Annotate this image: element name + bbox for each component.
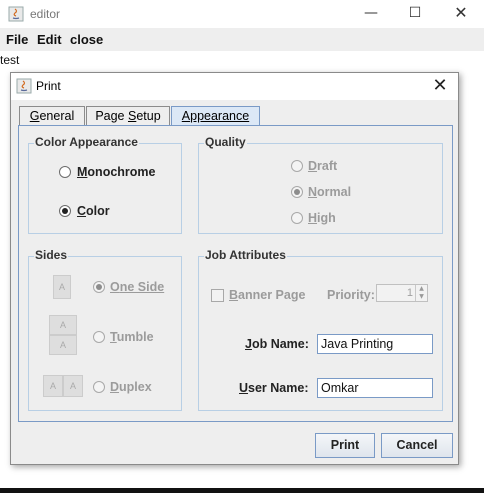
high-label-rest: igh (317, 211, 336, 225)
color-appearance-title: Color Appearance (34, 135, 139, 149)
java-app-icon (8, 6, 24, 22)
tumble-label[interactable]: Tumble (110, 330, 154, 344)
job-name-label-rest: ob Name: (251, 337, 309, 351)
tab-page-setup-label-b: etup (136, 109, 161, 123)
print-button[interactable]: Print (315, 433, 375, 458)
menu-edit[interactable]: Edit (37, 32, 62, 47)
menu-close[interactable]: close (70, 32, 103, 47)
cancel-button[interactable]: Cancel (381, 433, 453, 458)
color-label[interactable]: Color (77, 204, 110, 218)
one-side-label-rest: ne Side (119, 280, 165, 294)
quality-title: Quality (204, 135, 247, 149)
job-attributes-title: Job Attributes (204, 248, 287, 262)
tumble-label-rest: umble (116, 330, 154, 344)
monochrome-label[interactable]: Monochrome (77, 165, 155, 179)
tab-appearance[interactable]: Appearance (171, 106, 260, 126)
duplex-label-rest: uplex (119, 380, 152, 394)
editor-titlebar: editor — ☐ ✕ (0, 0, 484, 28)
dialog-title: Print (36, 79, 61, 93)
high-radio[interactable] (291, 212, 303, 224)
normal-radio-dot (294, 189, 300, 195)
high-mnemonic: H (308, 211, 318, 225)
banner-page-label[interactable]: Banner Page (229, 288, 305, 302)
job-name-label: Job Name: (245, 337, 309, 351)
draft-label[interactable]: Draft (308, 159, 337, 173)
draft-label-rest: raft (317, 159, 338, 173)
menu-file[interactable]: File (6, 32, 28, 47)
tab-page-setup[interactable]: Page Setup (86, 106, 170, 126)
tab-general-label: eneral (39, 109, 75, 123)
appearance-panel: Color Appearance Monochrome Color Qualit… (18, 125, 453, 422)
tab-appearance-mnemonic: A (181, 109, 191, 123)
user-name-mnemonic: U (239, 381, 249, 395)
color-label-rest: olor (86, 204, 110, 218)
monochrome-mnemonic: M (77, 165, 88, 179)
high-label[interactable]: High (308, 211, 336, 225)
duplex-label[interactable]: Duplex (110, 380, 152, 394)
priority-down-icon[interactable]: ▼ (415, 293, 427, 301)
duplex-page-right-icon: A (63, 375, 83, 397)
tab-general[interactable]: General (19, 106, 85, 126)
priority-label: Priority: (327, 288, 375, 302)
dialog-close-button[interactable]: ✕ (428, 76, 452, 98)
one-side-label[interactable]: One Side (110, 280, 164, 294)
taskbar-edge (0, 488, 484, 493)
tab-appearance-label: ppearance (190, 109, 250, 123)
quality-group: Quality Draft Normal High (198, 135, 443, 234)
duplex-page-left-icon: A (43, 375, 63, 397)
close-window-button[interactable]: ✕ (446, 2, 476, 26)
minimize-button[interactable]: — (356, 2, 386, 26)
sides-title: Sides (34, 248, 69, 262)
normal-radio[interactable] (291, 186, 303, 198)
duplex-radio[interactable] (93, 381, 105, 393)
sides-group: Sides A One Side A A Tumble A A Duplex (28, 248, 182, 411)
job-name-input[interactable]: Java Printing (317, 334, 433, 354)
monochrome-radio[interactable] (59, 166, 71, 178)
job-name-mnemonic: J (245, 337, 252, 351)
maximize-button[interactable]: ☐ (400, 2, 430, 26)
normal-mnemonic: N (308, 185, 318, 199)
tumble-radio[interactable] (93, 331, 105, 343)
one-side-page-icon: A (53, 275, 71, 299)
banner-page-checkbox[interactable] (211, 289, 224, 302)
normal-label[interactable]: Normal (308, 185, 351, 199)
color-radio[interactable] (59, 205, 71, 217)
monochrome-label-rest: onochrome (87, 165, 156, 179)
editor-content: test (0, 53, 20, 67)
normal-label-rest: ormal (317, 185, 352, 199)
job-attributes-group: Job Attributes Banner Page Priority: Job… (198, 248, 443, 411)
one-side-radio-dot (96, 284, 102, 290)
java-dialog-icon (16, 78, 32, 94)
priority-spinner[interactable]: 1 ▲ ▼ (376, 284, 428, 302)
banner-page-label-rest: anner Page (238, 288, 306, 302)
duplex-mnemonic: D (110, 380, 120, 394)
user-name-input[interactable]: Omkar (317, 378, 433, 398)
priority-up-icon[interactable]: ▲ (415, 285, 427, 293)
color-radio-dot (62, 208, 68, 214)
color-mnemonic: C (77, 204, 87, 218)
user-name-label: User Name: (239, 381, 308, 395)
banner-page-mnemonic: B (229, 288, 239, 302)
draft-radio[interactable] (291, 160, 303, 172)
one-side-mnemonic: O (110, 280, 120, 294)
tumble-mnemonic: T (110, 330, 117, 344)
user-name-label-rest: ser Name: (248, 381, 309, 395)
tab-page-setup-label-a: Page (95, 109, 128, 123)
color-appearance-group: Color Appearance Monochrome Color (28, 135, 182, 234)
menubar: File Edit close (0, 28, 484, 51)
window-title: editor (30, 7, 61, 21)
dialog-titlebar: Print ✕ (11, 73, 458, 100)
draft-mnemonic: D (308, 159, 318, 173)
one-side-radio[interactable] (93, 281, 105, 293)
tumble-page-top-icon: A (49, 315, 77, 335)
print-dialog: Print ✕ General Page Setup Appearance Co… (10, 72, 459, 465)
tumble-page-bottom-icon: A (49, 335, 77, 355)
priority-value: 1 (406, 287, 413, 299)
